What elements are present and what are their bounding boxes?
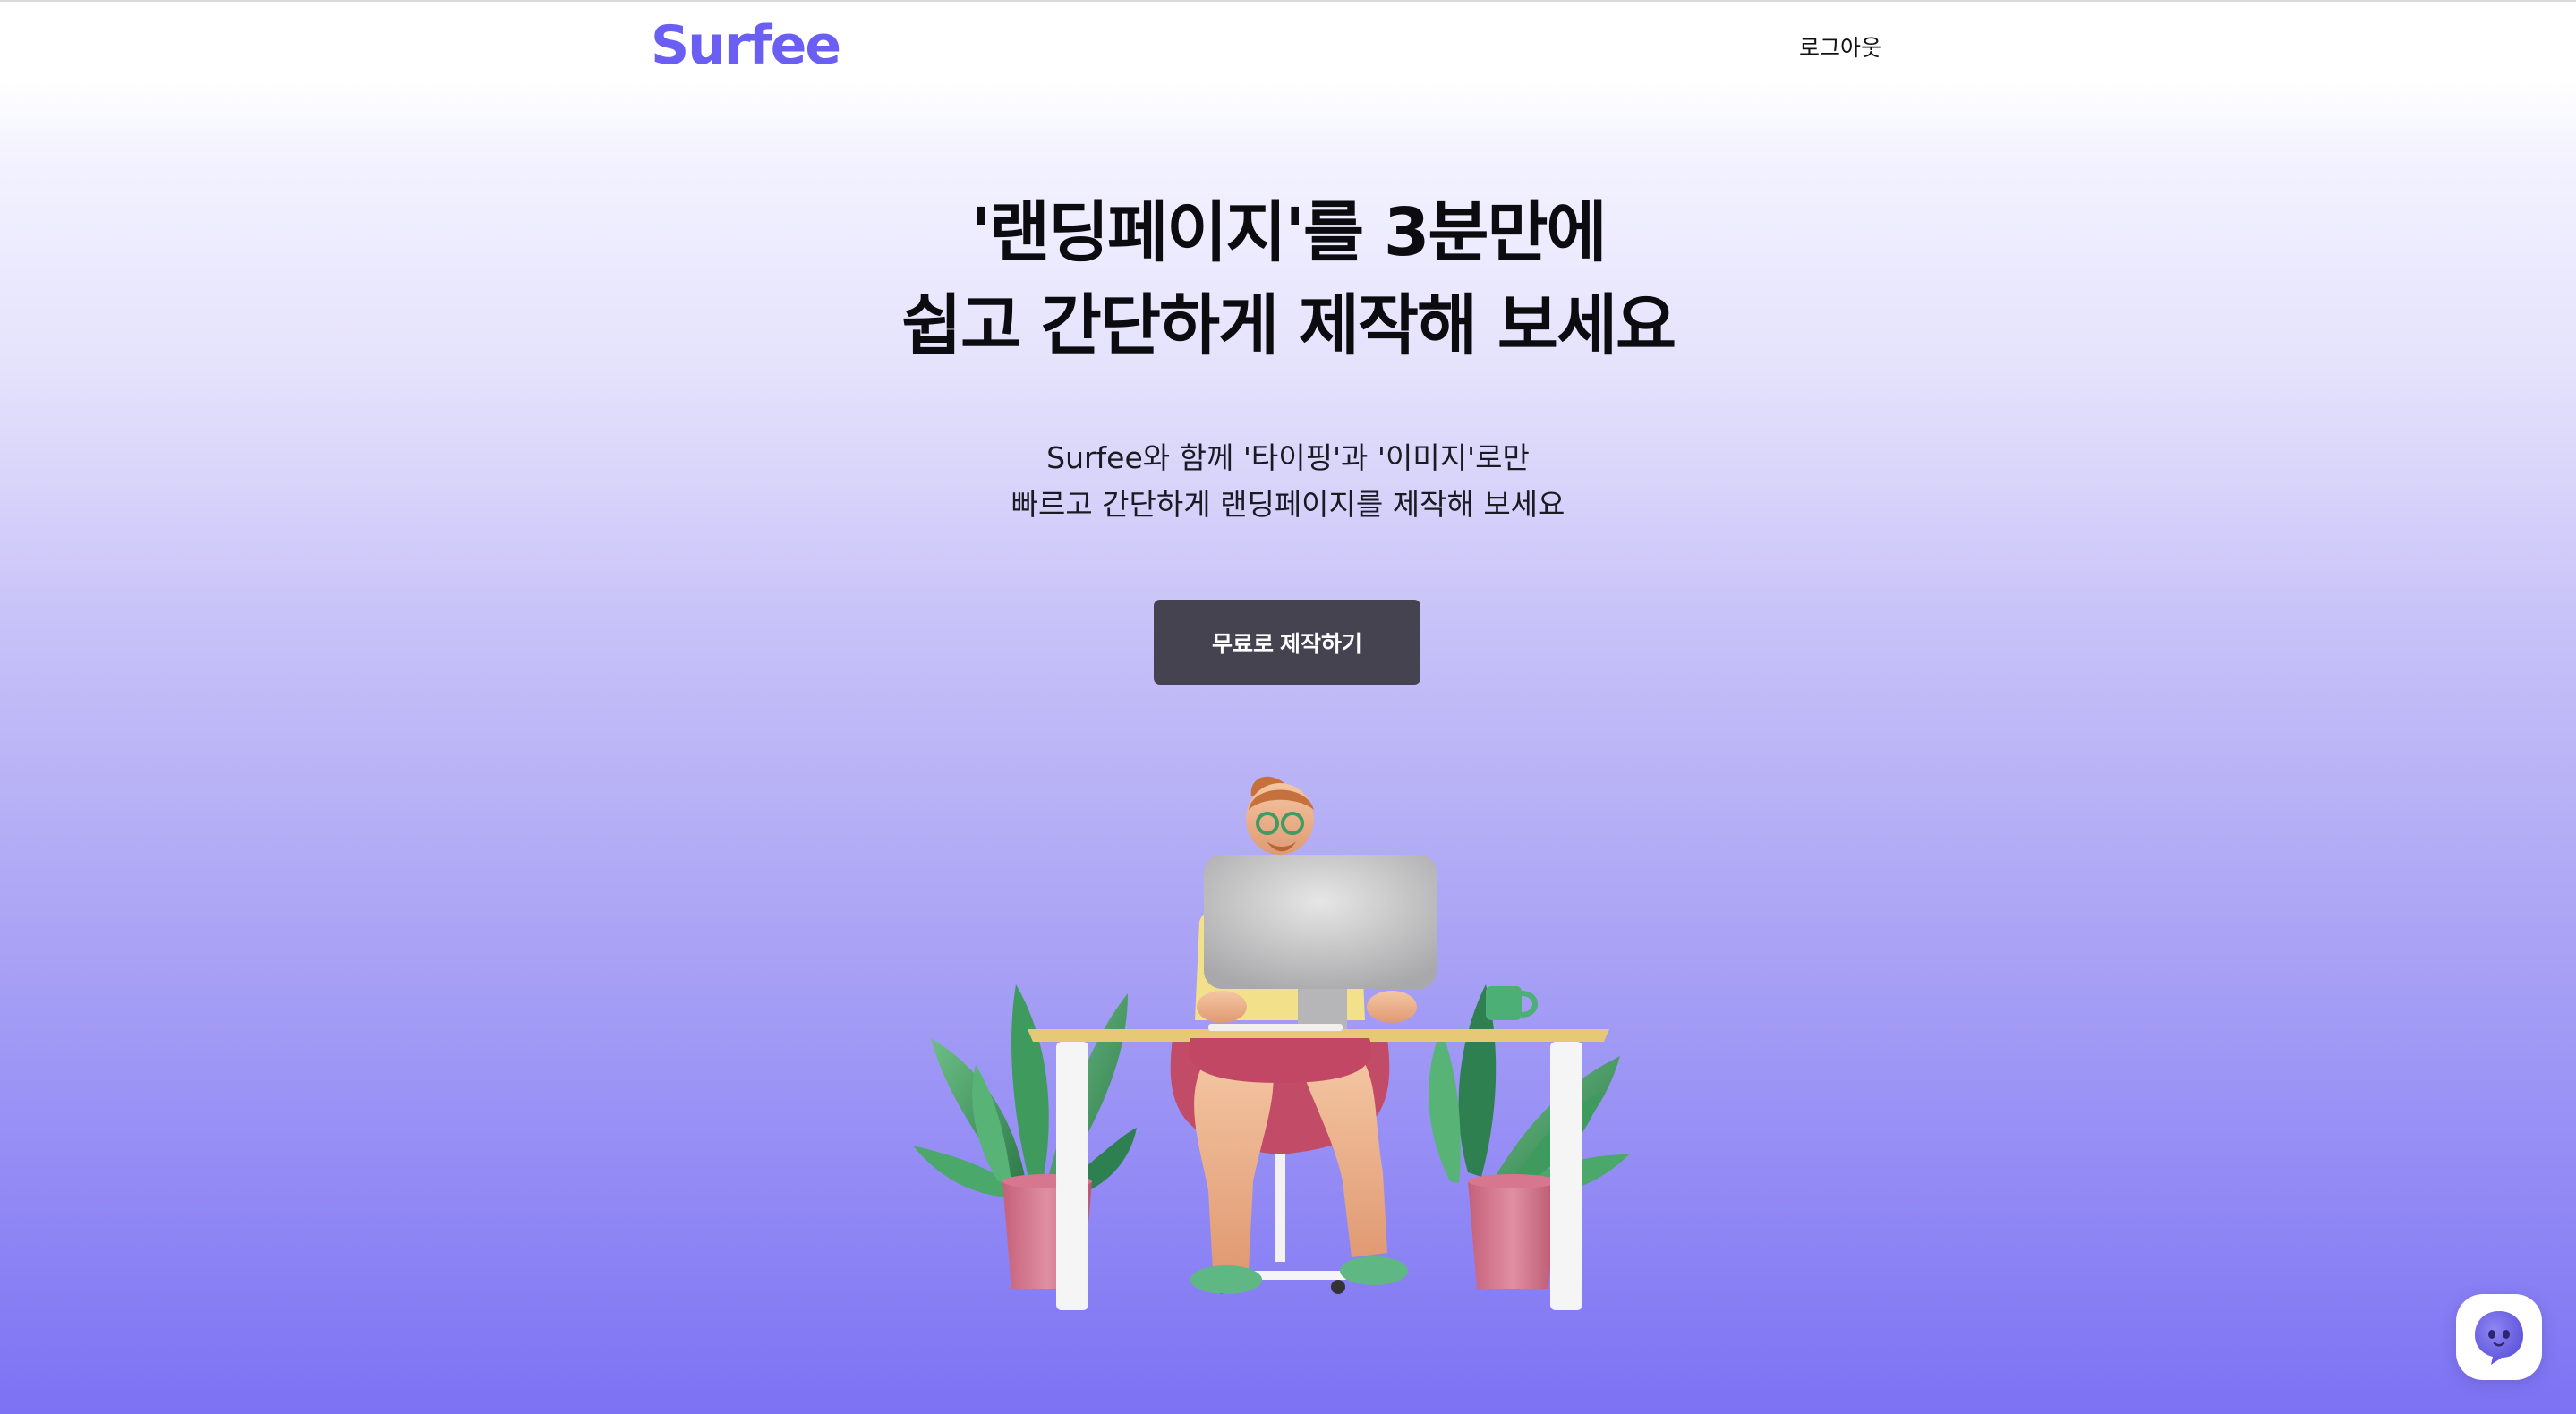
right-plant-icon	[1429, 984, 1629, 1199]
person-at-desk-illustration	[913, 776, 1629, 1310]
chat-button[interactable]	[2456, 1294, 2542, 1380]
chat-bot-icon	[2475, 1311, 2523, 1365]
right-pot	[1468, 1181, 1557, 1289]
hero-subtitle-line1: Surfee와 함께 '타이핑'과 '이미지'로만	[1046, 440, 1530, 475]
hero-title-line1: '랜딩페이지'를 3분만에	[970, 194, 1607, 271]
hero-subtitle: Surfee와 함께 '타이핑'과 '이미지'로만 빠르고 간단하게 랜딩페이지…	[0, 435, 2576, 528]
site-header: Surfee 로그아웃	[0, 2, 2576, 91]
logo[interactable]: Surfee	[651, 14, 841, 77]
hero-title-line2: 쉽고 간단하게 제작해 보세요	[900, 287, 1676, 364]
person-head	[1246, 776, 1314, 855]
hero-title: '랜딩페이지'를 3분만에 쉽고 간단하게 제작해 보세요	[0, 186, 2576, 372]
mug-icon	[1486, 986, 1538, 1020]
left-plant-icon	[913, 984, 1137, 1199]
logout-link[interactable]: 로그아웃	[1799, 30, 1881, 63]
hero-subtitle-line2: 빠르고 간단하게 랜딩페이지를 제작해 보세요	[1011, 487, 1565, 522]
start-free-button[interactable]: 무료로 제작하기	[1154, 600, 1420, 685]
